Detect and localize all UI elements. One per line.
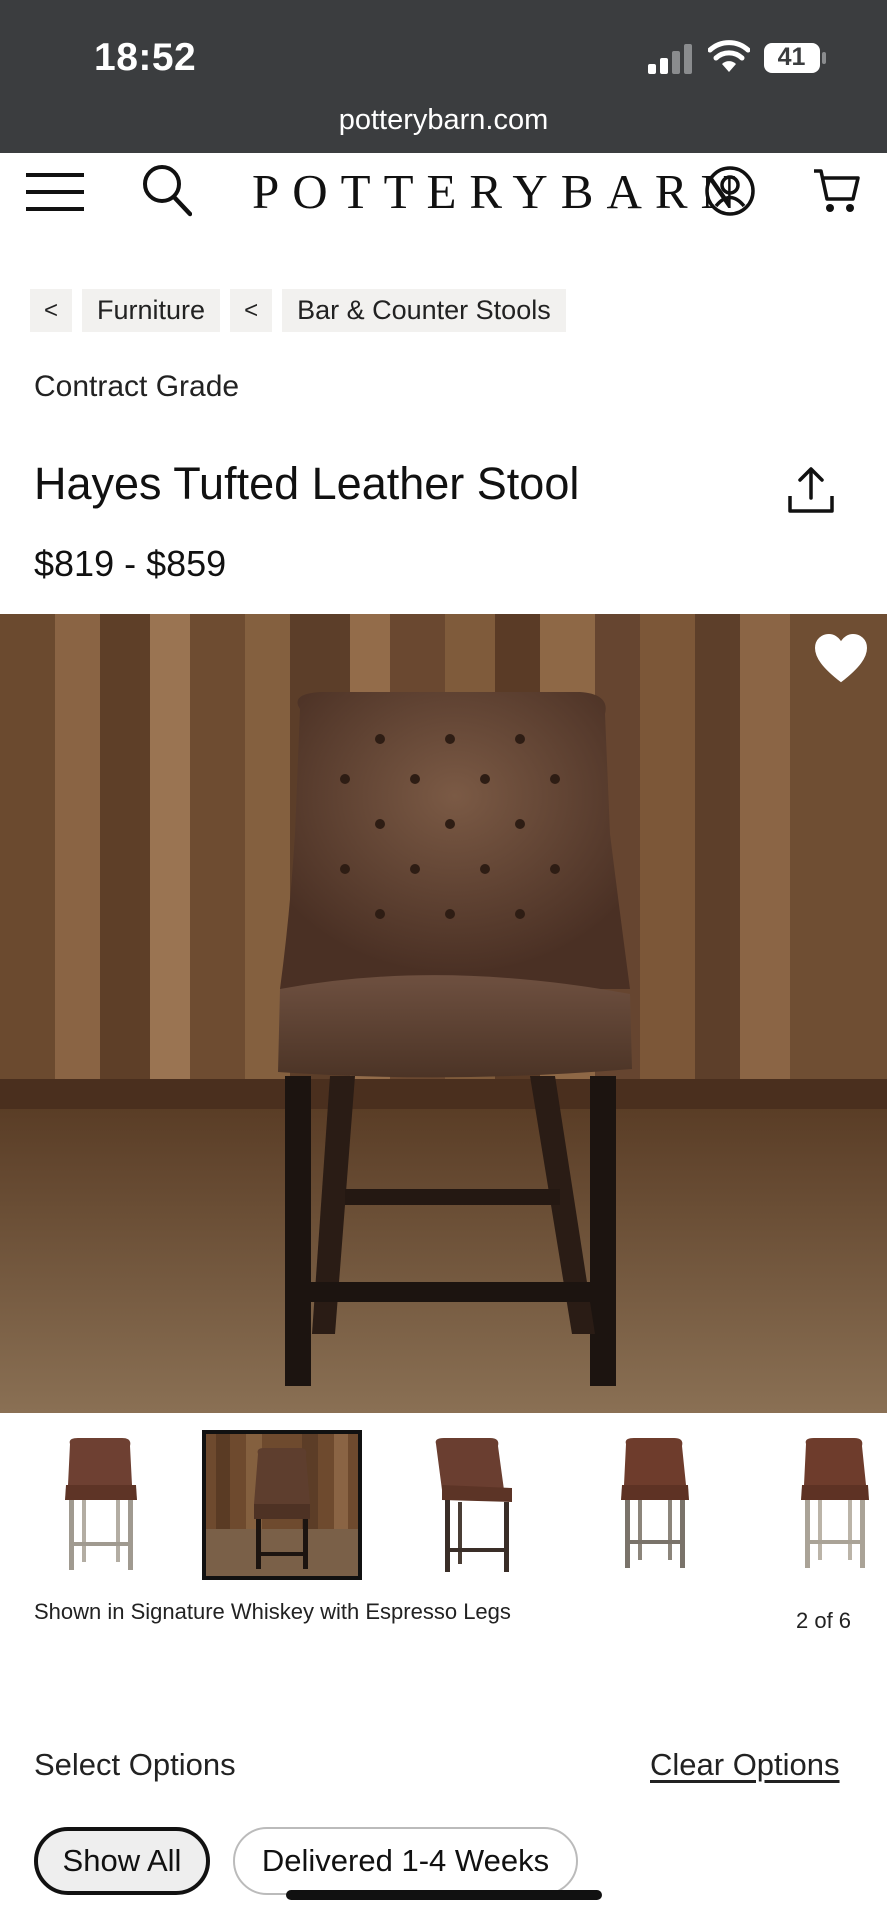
thumbnail-5[interactable] bbox=[770, 1430, 887, 1580]
clear-options-link[interactable]: Clear Options bbox=[650, 1747, 840, 1783]
home-indicator[interactable] bbox=[286, 1890, 602, 1900]
image-counter: 2 of 6 bbox=[796, 1608, 852, 1633]
breadcrumb-item-furniture[interactable]: Furniture bbox=[82, 289, 221, 332]
filter-show-all[interactable]: Show All bbox=[34, 1827, 210, 1895]
filter-delivered-1-4-weeks[interactable]: Delivered 1-4 Weeks bbox=[233, 1827, 578, 1895]
thumbnail-3[interactable] bbox=[412, 1430, 572, 1580]
cart-icon[interactable] bbox=[812, 165, 860, 215]
thumbnail-strip bbox=[0, 1430, 887, 1580]
battery-icon: 41 bbox=[763, 42, 827, 74]
breadcrumb: < Furniture < Bar & Counter Stools bbox=[30, 289, 566, 332]
image-caption: Shown in Signature Whiskey with Espresso… bbox=[34, 1599, 511, 1624]
pottery-barn-logo[interactable]: POTTERYBARN bbox=[252, 163, 749, 220]
account-icon[interactable] bbox=[704, 165, 756, 217]
share-icon[interactable] bbox=[786, 466, 836, 516]
battery-level: 41 bbox=[777, 43, 806, 71]
favorite-heart-icon[interactable] bbox=[813, 633, 869, 685]
thumbnail-4[interactable] bbox=[590, 1430, 750, 1580]
breadcrumb-back-stools[interactable]: < bbox=[230, 289, 273, 332]
site-header: POTTERYBARN bbox=[0, 153, 887, 233]
thumbnail-1[interactable] bbox=[22, 1430, 182, 1580]
product-image[interactable] bbox=[0, 614, 887, 1413]
status-bar: 18:52 41 potterybarn.com bbox=[0, 0, 887, 153]
product-title: Hayes Tufted Leather Stool bbox=[34, 458, 580, 509]
product-price: $819 - $859 bbox=[34, 543, 227, 584]
select-options-heading: Select Options bbox=[34, 1747, 236, 1782]
product-category: Contract Grade bbox=[34, 370, 240, 403]
breadcrumb-item-bar-counter-stools[interactable]: Bar & Counter Stools bbox=[282, 289, 566, 332]
url-bar[interactable]: potterybarn.com bbox=[0, 104, 887, 137]
status-time: 18:52 bbox=[94, 36, 197, 79]
wifi-icon bbox=[708, 40, 750, 72]
menu-icon[interactable] bbox=[26, 167, 86, 217]
search-icon[interactable] bbox=[142, 163, 192, 217]
signal-icon bbox=[648, 44, 692, 74]
breadcrumb-back-furniture[interactable]: < bbox=[30, 289, 73, 332]
thumbnail-2[interactable] bbox=[202, 1430, 362, 1580]
